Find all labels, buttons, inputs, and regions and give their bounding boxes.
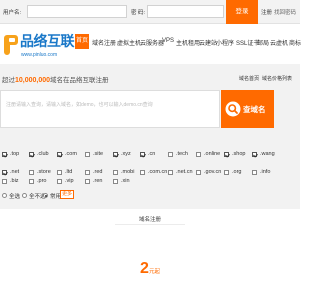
select-all-label: 全选 [9,194,21,200]
tagline-suffix: 域名在品络互联注册 [50,77,109,84]
checkbox-icon [2,179,7,184]
checkbox-icon [140,152,145,157]
checkbox-icon [224,152,229,157]
tld-label: .mobi [121,169,135,175]
checkbox-icon [168,170,173,175]
nav-virtual-host[interactable]: 虚拟主机 [117,38,141,47]
price-value: 2 [140,260,149,277]
tld-label: .com.cn [148,169,168,175]
nav-mail[interactable]: 邮局 [257,38,269,47]
checkbox-icon [140,170,145,175]
tld-label: .biz [10,178,19,184]
search-domain-button[interactable]: 查域名 [221,90,274,128]
checkbox-icon [113,170,118,175]
checkbox-icon [196,170,201,175]
card-price: 2元起 [105,260,195,278]
checkbox-icon [196,152,201,157]
search-placeholder: 注册请输入查询，请输入域名，如demo，也可以输入demo.cn查询 [6,102,153,108]
nav-mini-program[interactable]: 小程序 [216,38,234,47]
tld-label: .pro [37,178,47,184]
nav-site-builder[interactable]: 云建站 [199,38,217,47]
select-none-radio[interactable] [22,193,27,198]
crumb-price-list[interactable]: 域名价格列表 [262,75,292,82]
nav-domain-register[interactable]: 域名注册 [92,38,116,47]
tld-label: .vip [65,178,74,184]
checkbox-icon [2,170,7,175]
nav-cloud-vm[interactable]: 云虚机 [270,38,288,47]
card-divider [115,224,185,225]
tld-label: .gov.cn [204,169,222,175]
checkbox-icon [57,179,62,184]
top-bar: 用户名: 密 码: 登录 注册 找回密码 [0,0,300,24]
tld-label: .xyz [121,151,131,157]
tld-label: .site [93,151,104,157]
tld-label: .ren [93,178,103,184]
checkbox-icon [2,152,7,157]
domain-search-input[interactable] [0,90,220,128]
checkbox-icon [113,179,118,184]
tld-label: .tech [176,151,188,157]
nav-vps[interactable]: VPS [162,38,174,44]
checkbox-icon [85,170,90,175]
nav-hosting[interactable]: 主机租用 [176,38,200,47]
tld-label: .store [37,169,51,175]
logo-name: 品络互联 [20,33,75,49]
tld-label: .club [37,151,49,157]
password-label: 密 码: [131,10,146,16]
login-button[interactable]: 登录 [226,0,258,24]
tld-label: .xin [121,178,130,184]
nav-home[interactable]: 首页 [75,34,89,49]
checkbox-icon [29,170,34,175]
tld-label: .ltd [65,169,73,175]
checkbox-icon [57,152,62,157]
tld-label: .info [260,169,271,175]
checkbox-icon [57,170,62,175]
tld-label: .net.cn [176,169,193,175]
nav-trademark[interactable]: 商标 [289,38,301,47]
checkbox-icon [85,179,90,184]
magnifier-icon [225,101,241,117]
tld-label: .org [232,169,242,175]
username-input[interactable] [27,5,127,18]
checkbox-icon [85,152,90,157]
checkbox-icon [252,170,257,175]
domain-search-panel [0,64,300,209]
nav-cloud-server[interactable]: 云服务器 [140,38,164,47]
crumb-sep: | [258,75,260,81]
register-link[interactable]: 注册 [261,8,272,16]
more-tlds-button[interactable]: 更多 [60,190,74,199]
checkbox-icon [252,152,257,157]
nav-ssl[interactable]: SSL证书 [236,38,259,47]
crumb-domain-home[interactable]: 域名首页 [239,75,259,82]
tagline-number: 10,000,000 [15,77,51,84]
card-title: 域名注册 [138,217,161,223]
site-logo[interactable]: 品络互联 www.pinluo.com [4,31,75,65]
search-button-label: 查域名 [243,105,266,114]
logo-url: www.pinluo.com [21,52,58,58]
checkbox-icon [168,152,173,157]
logo-mark-icon [4,35,18,55]
tld-label: .top [10,151,20,157]
checkbox-icon [29,179,34,184]
tagline-prefix: 超过 [2,77,15,84]
tld-label: .com [65,151,77,157]
tld-label: .cn [148,151,156,157]
tld-label: .net [10,169,20,175]
username-label: 用户名: [3,10,22,16]
price-unit: 元起 [148,269,160,275]
select-all-radio[interactable] [2,193,7,198]
select-common-radio[interactable] [43,193,48,198]
forgot-password-link[interactable]: 找回密码 [274,8,296,16]
tld-label: .online [204,151,221,157]
checkbox-icon [29,152,34,157]
tagline: 超过10,000,000域名在品络互联注册 [2,74,109,84]
checkbox-icon [113,152,118,157]
tld-label: .shop [232,151,246,157]
tld-label: .wang [260,151,275,157]
password-input[interactable] [147,5,224,18]
checkbox-icon [224,170,229,175]
domain-price-card[interactable]: 域名注册 2元起 [105,212,195,300]
tld-label: .red [93,169,103,175]
